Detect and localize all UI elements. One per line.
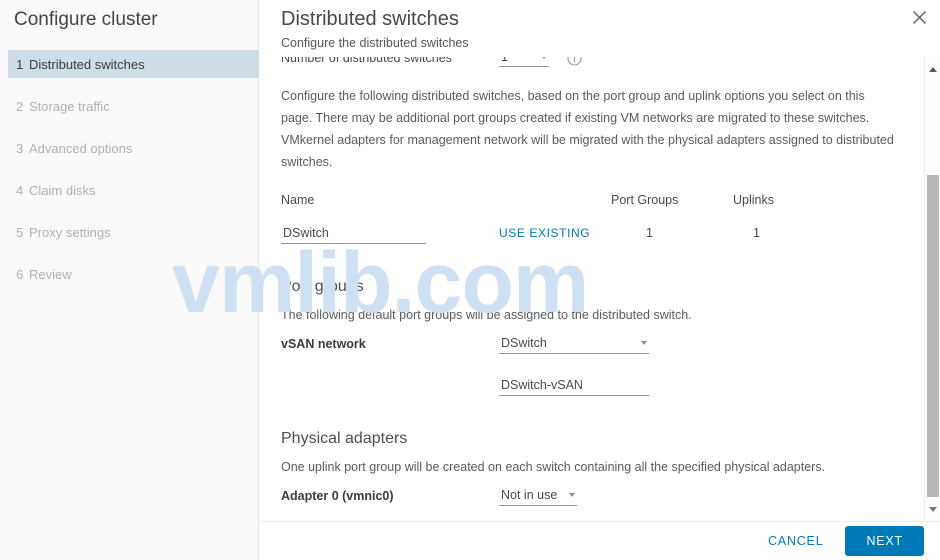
port-groups-heading: Port groups	[281, 278, 364, 295]
column-header-uplinks: Uplinks	[733, 193, 774, 207]
number-of-switches-value: 1	[501, 57, 508, 64]
step-number: 2	[16, 98, 24, 114]
wizard-sidebar: Configure cluster 1 Distributed switches…	[0, 0, 259, 560]
step-label: Distributed switches	[29, 56, 145, 72]
physical-adapters-description: One uplink port group will be created on…	[281, 460, 826, 474]
port-group-row-vsan-network: vSAN network DSwitch	[281, 334, 918, 364]
step-number: 5	[16, 224, 24, 240]
chevron-down-icon	[541, 57, 547, 59]
number-of-switches-select[interactable]: 1	[499, 57, 549, 67]
step-label: Claim disks	[29, 182, 96, 198]
vertical-scrollbar[interactable]	[924, 57, 940, 521]
number-of-switches-label: Number of distributed switches	[281, 57, 452, 65]
dialog-footer: CANCEL NEXT	[259, 521, 940, 560]
scroll-down-arrow-icon[interactable]	[925, 501, 940, 517]
close-icon[interactable]	[906, 4, 932, 30]
sidebar-item-distributed-switches[interactable]: 1 Distributed switches	[8, 50, 259, 78]
port-groups-count: 1	[646, 226, 653, 240]
step-label: Proxy settings	[29, 224, 111, 240]
next-button[interactable]: NEXT	[845, 526, 924, 556]
panel-subtitle: Configure the distributed switches	[281, 36, 469, 50]
scroll-content: Number of distributed switches 1 Configu…	[259, 57, 918, 521]
chevron-down-icon	[641, 341, 647, 345]
step-number: 6	[16, 266, 24, 282]
table-row: DSwitch USE EXISTING 1 1	[281, 224, 901, 254]
sidebar-item-review[interactable]: 6 Review	[8, 260, 259, 288]
sidebar-item-advanced-options[interactable]: 3 Advanced options	[8, 134, 259, 162]
port-group-label: vSAN network	[281, 337, 366, 351]
section-description: Configure the following distributed swit…	[281, 89, 894, 169]
configure-cluster-dialog: vmlib.com Configure cluster 1 Distribute…	[0, 0, 940, 560]
port-groups-description: The following default port groups will b…	[281, 308, 692, 322]
page-title: Configure cluster	[14, 9, 158, 30]
adapter-assignment-value: Not in use	[501, 488, 558, 502]
main-panel: Distributed switches Configure the distr…	[259, 0, 940, 560]
step-label: Storage traffic	[29, 98, 110, 114]
number-of-switches-row: Number of distributed switches 1	[281, 57, 918, 71]
table-header-row: Name Port Groups Uplinks	[281, 193, 901, 215]
port-group-name-input[interactable]: DSwitch-vSAN	[499, 376, 649, 396]
adapter-row-vmnic0: Adapter 0 (vmnic0) Not in use	[281, 486, 918, 516]
wizard-step-list: 1 Distributed switches 2 Storage traffic…	[0, 40, 259, 302]
sidebar-item-proxy-settings[interactable]: 5 Proxy settings	[8, 218, 259, 246]
switch-name-input[interactable]: DSwitch	[281, 224, 426, 244]
cancel-button[interactable]: CANCEL	[756, 528, 836, 554]
use-existing-link[interactable]: USE EXISTING	[499, 226, 590, 240]
switch-table: Name Port Groups Uplinks DSwitch USE EXI…	[281, 193, 901, 254]
chevron-down-icon	[569, 493, 575, 497]
port-group-row-name: DSwitch-vSAN	[281, 376, 918, 406]
port-group-switch-select[interactable]: DSwitch	[499, 334, 649, 354]
adapter-assignment-select[interactable]: Not in use	[499, 486, 577, 506]
panel-title: Distributed switches	[281, 8, 459, 30]
scroll-viewport: Number of distributed switches 1 Configu…	[259, 57, 918, 521]
column-header-port-groups: Port Groups	[611, 193, 679, 207]
step-label: Advanced options	[29, 140, 133, 156]
sidebar-item-storage-traffic[interactable]: 2 Storage traffic	[8, 92, 259, 120]
step-number: 3	[16, 140, 24, 156]
column-header-name: Name	[281, 193, 315, 207]
step-number: 4	[16, 182, 24, 198]
sidebar-item-claim-disks[interactable]: 4 Claim disks	[8, 176, 259, 204]
uplinks-count: 1	[753, 226, 760, 240]
scrollbar-thumb[interactable]	[927, 175, 939, 497]
step-number: 1	[16, 56, 24, 72]
step-label: Review	[29, 266, 72, 282]
scroll-up-arrow-icon[interactable]	[925, 61, 940, 77]
info-icon[interactable]	[567, 57, 582, 66]
physical-adapters-heading: Physical adapters	[281, 430, 408, 447]
adapter-label: Adapter 0 (vmnic0)	[281, 489, 394, 503]
port-group-switch-value: DSwitch	[501, 336, 547, 350]
